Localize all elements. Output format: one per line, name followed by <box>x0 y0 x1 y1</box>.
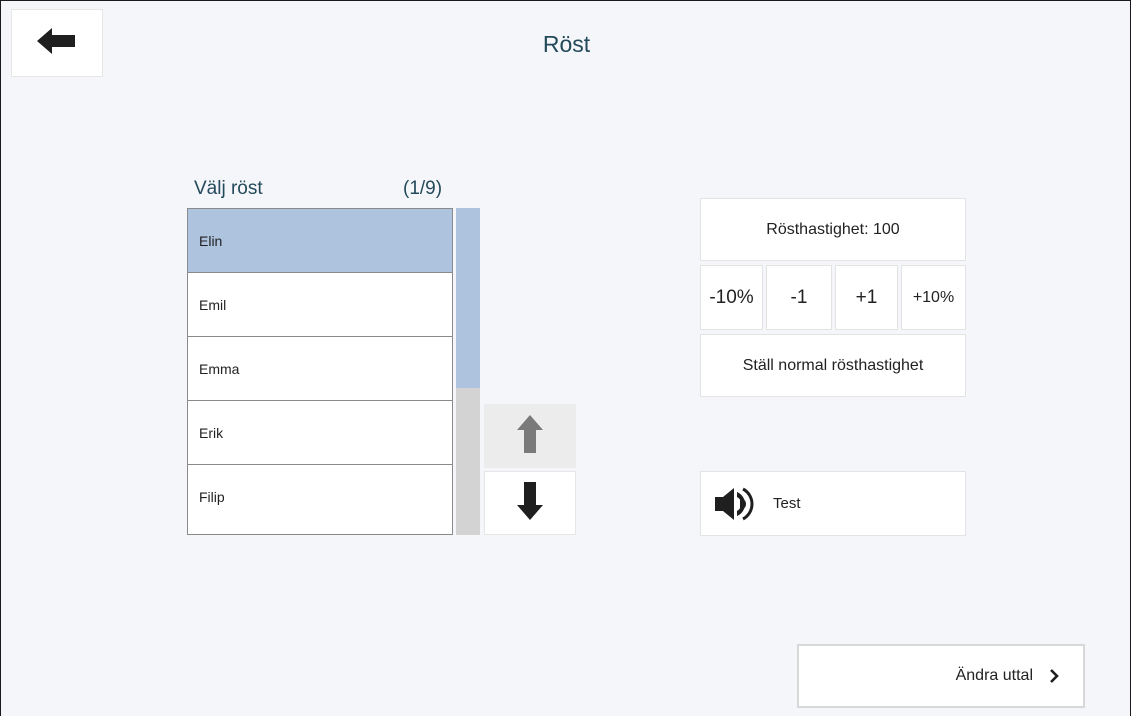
speed-plus-1-button[interactable]: +1 <box>835 265 898 330</box>
voice-list-scrollbar[interactable] <box>456 208 480 535</box>
test-voice-label: Test <box>773 495 801 512</box>
speed-minus-1-button[interactable]: -1 <box>766 265 832 330</box>
voice-list-count: (1/9) <box>403 178 443 199</box>
page-title: Röst <box>542 31 591 57</box>
voice-list-item[interactable]: Filip <box>188 465 452 529</box>
voice-settings-screen: Röst Välj röst (1/9) Elin Emil Emma Erik… <box>0 0 1131 716</box>
voice-list-item[interactable]: Emma <box>188 337 452 401</box>
chevron-right-icon <box>1049 668 1059 684</box>
scroll-up-button[interactable] <box>484 404 576 468</box>
change-pronunciation-label: Ändra uttal <box>955 667 1033 684</box>
test-voice-button[interactable]: Test <box>700 471 966 536</box>
speed-plus-10-percent-button[interactable]: +10% <box>901 265 966 330</box>
reset-speed-button[interactable]: Ställ normal rösthastighet <box>700 334 966 397</box>
voice-list-item[interactable]: Emil <box>188 273 452 337</box>
voice-list-item[interactable]: Erik <box>188 401 452 465</box>
voice-speed-display: Rösthastighet: 100 <box>700 198 966 261</box>
scroll-down-button[interactable] <box>484 471 576 535</box>
arrow-up-icon <box>517 414 543 458</box>
arrow-down-icon <box>517 481 543 525</box>
change-pronunciation-button[interactable]: Ändra uttal <box>797 644 1085 708</box>
voice-list-label: Välj röst <box>194 178 263 199</box>
speed-minus-10-percent-button[interactable]: -10% <box>700 265 763 330</box>
speaker-icon <box>715 487 761 521</box>
scrollbar-thumb[interactable] <box>456 208 480 388</box>
voice-list: Elin Emil Emma Erik Filip <box>187 208 453 535</box>
voice-list-item[interactable]: Elin <box>188 209 452 273</box>
